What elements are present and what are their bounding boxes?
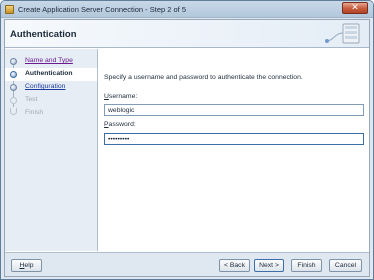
help-label: elp — [24, 262, 34, 269]
step-done-indicator-icon — [10, 58, 17, 65]
dialog-window: Create Application Server Connection - S… — [0, 0, 374, 280]
nav-step-finish: Finish — [5, 107, 97, 120]
password-label-text: assword: — [108, 121, 136, 128]
nav-step-name-and-type[interactable]: Name and Type — [5, 55, 97, 68]
instruction-text: Specify a username and password to authe… — [104, 74, 303, 81]
nav-step-label: Authentication — [25, 70, 73, 77]
finish-button[interactable]: Finish — [291, 259, 322, 272]
username-input[interactable] — [104, 104, 364, 116]
back-button[interactable]: < Back — [219, 259, 250, 272]
cancel-button[interactable]: Cancel — [329, 259, 362, 272]
step-finish-indicator-icon — [10, 108, 17, 115]
username-label-text: sername: — [108, 93, 138, 100]
wizard-steps-nav: Name and Type Authentication Configurati… — [5, 49, 98, 251]
nav-step-test: Test — [5, 94, 97, 107]
window-title: Create Application Server Connection - S… — [18, 5, 187, 14]
password-input[interactable] — [104, 133, 364, 145]
server-connection-icon — [325, 23, 360, 44]
step-header: Authentication — [5, 20, 369, 48]
button-bar: Help < Back Next > Finish Cancel — [5, 252, 369, 276]
nav-step-label: Configuration — [25, 83, 66, 90]
nav-step-label: Test — [25, 96, 38, 103]
dialog-client-area: Authentication Name and Type Authenticat… — [4, 19, 370, 277]
close-button[interactable]: ✕ — [342, 2, 368, 14]
nav-step-configuration[interactable]: Configuration — [5, 81, 97, 94]
help-button[interactable]: Help — [11, 259, 42, 272]
step-pending-indicator-icon — [10, 84, 17, 91]
nav-step-authentication[interactable]: Authentication — [5, 68, 97, 81]
next-button[interactable]: Next > — [254, 259, 284, 272]
nav-step-label: Name and Type — [25, 57, 73, 64]
app-icon — [5, 5, 14, 14]
step-disabled-indicator-icon — [10, 97, 17, 104]
page-title: Authentication — [10, 29, 77, 40]
nav-step-label: Finish — [25, 109, 44, 116]
username-label: Username: — [104, 93, 137, 100]
password-label: Password: — [104, 121, 136, 128]
step-current-indicator-icon — [10, 71, 17, 78]
step-content-panel: Specify a username and password to authe… — [99, 49, 369, 251]
title-bar[interactable]: Create Application Server Connection - S… — [1, 1, 373, 18]
